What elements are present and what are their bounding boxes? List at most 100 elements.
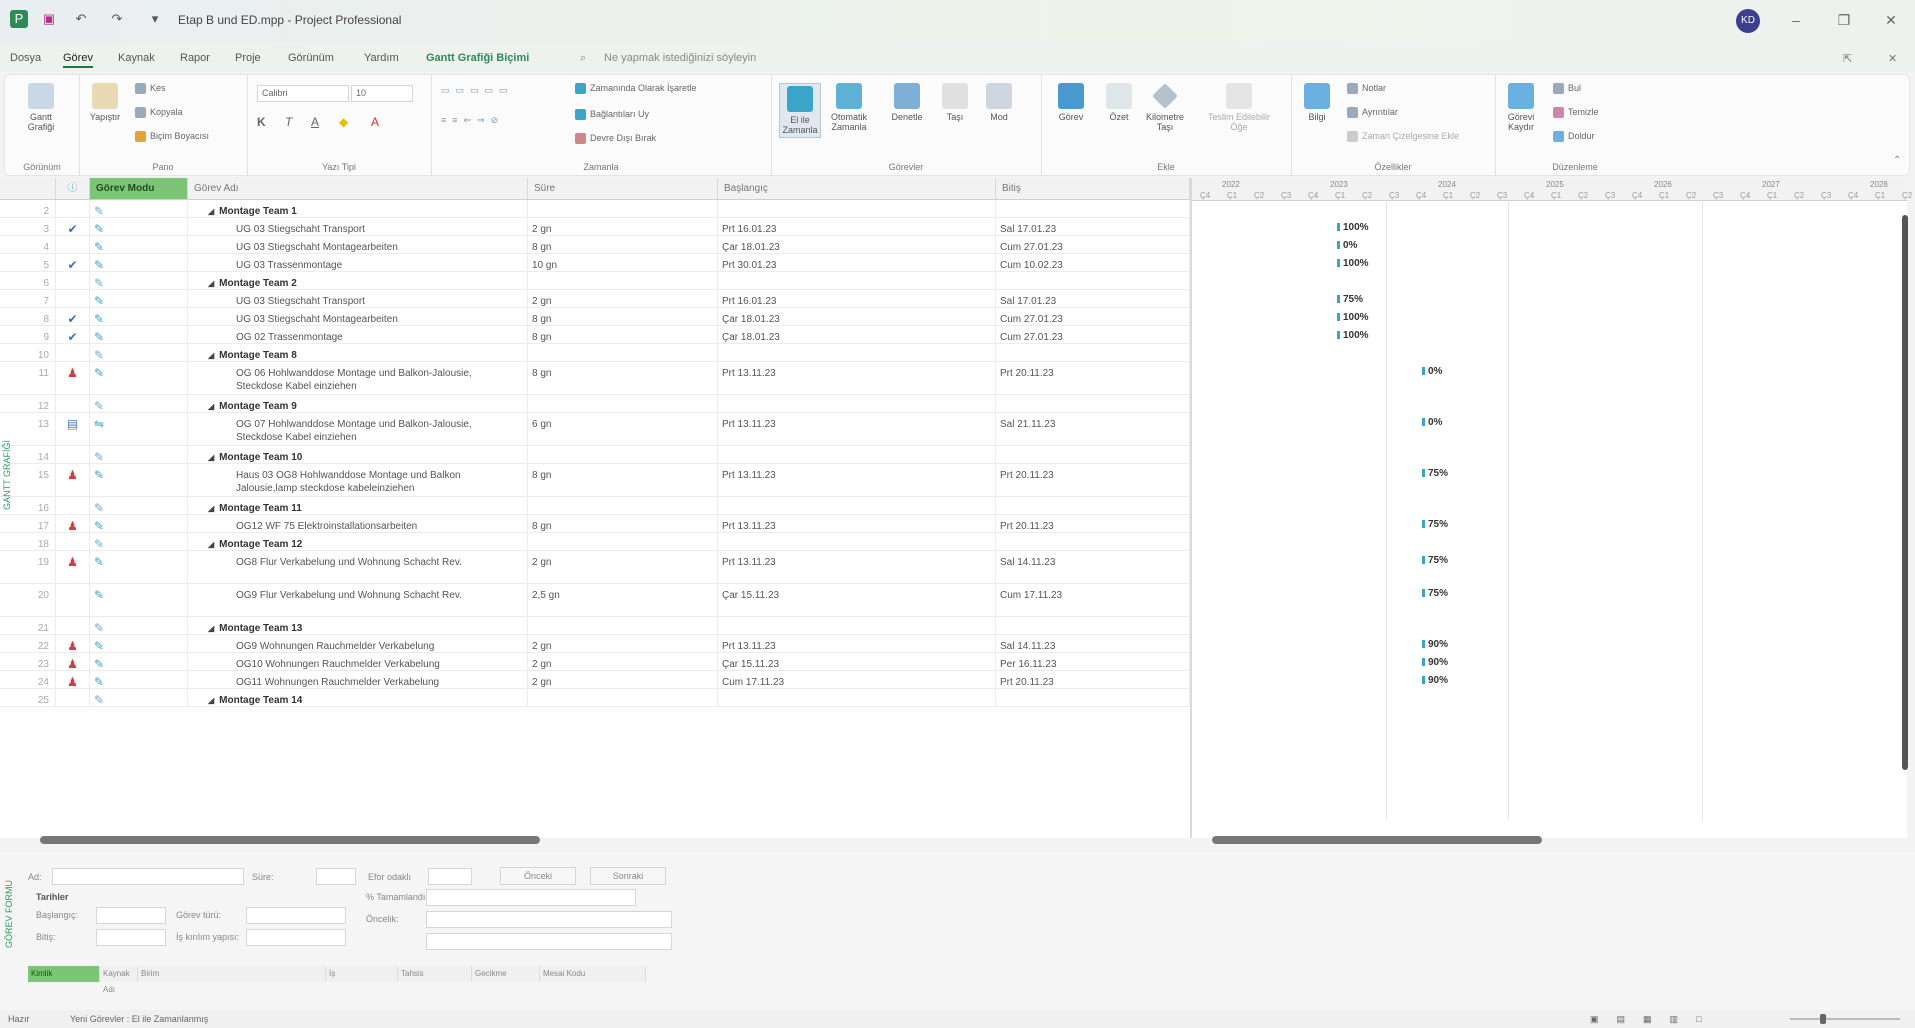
finish-cell[interactable]: Prt 20.11.23 — [996, 362, 1190, 394]
resource-column-header[interactable]: Kaynak Adı — [100, 966, 138, 994]
collapse-triangle-icon[interactable]: ◢ — [208, 696, 214, 705]
percent-complete-icons[interactable]: ▭▭▭▭▭ — [441, 85, 514, 96]
pct-complete-field[interactable] — [426, 889, 636, 906]
finish-cell[interactable]: Sal 17.01.23 — [996, 290, 1190, 307]
table-horizontal-scrollbar[interactable] — [40, 836, 540, 844]
collapse-triangle-icon[interactable]: ◢ — [208, 504, 214, 513]
row-number[interactable]: 24 — [0, 671, 56, 688]
finish-cell[interactable] — [996, 617, 1190, 634]
collapse-triangle-icon[interactable]: ◢ — [208, 279, 214, 288]
gantt-chart-button[interactable]: Gantt Grafiği — [21, 83, 61, 132]
ribbon-close-icon[interactable]: ✕ — [1888, 52, 1897, 65]
resource-column-header[interactable]: Mesai Kodu — [540, 966, 646, 982]
undo-icon[interactable]: ↶ — [72, 10, 90, 28]
duration-cell[interactable] — [528, 344, 718, 361]
collapse-triangle-icon[interactable]: ◢ — [208, 351, 214, 360]
cut-button[interactable]: Kes — [135, 83, 166, 95]
resource-column-header[interactable]: Kimlik — [28, 966, 100, 982]
collapse-triangle-icon[interactable]: ◢ — [208, 540, 214, 549]
start-cell[interactable]: Çar 15.11.23 — [718, 653, 996, 670]
duration-cell[interactable]: 2 gn — [528, 671, 718, 688]
task-mode-cell[interactable]: ✎ — [90, 671, 188, 688]
column-header-name[interactable]: Görev Adı — [188, 178, 528, 200]
notes-button[interactable]: Notlar — [1347, 83, 1386, 95]
clear-button[interactable]: Temizle — [1553, 107, 1599, 119]
tab-view[interactable]: Görünüm — [288, 52, 334, 64]
tab-report[interactable]: Rapor — [180, 52, 210, 64]
task-mode-cell[interactable]: ✎ — [90, 290, 188, 307]
finish-cell[interactable]: Prt 20.11.23 — [996, 671, 1190, 688]
italic-button[interactable]: T — [285, 115, 292, 129]
finish-cell[interactable]: Cum 27.01.23 — [996, 326, 1190, 343]
mode-button[interactable]: Mod — [979, 83, 1019, 122]
table-row[interactable]: 18 ✎ ◢ Montage Team 12 — [0, 533, 1190, 551]
task-name-cell[interactable]: UG 03 Stiegschaht Transport — [188, 290, 528, 307]
row-number[interactable]: 18 — [0, 533, 56, 550]
deliverable-button[interactable]: Teslim Edilebilir Öğe — [1201, 83, 1277, 132]
tab-project[interactable]: Proje — [235, 52, 261, 64]
task-name-cell[interactable]: ◢ Montage Team 12 — [188, 533, 528, 550]
start-cell[interactable] — [718, 533, 996, 550]
finish-cell[interactable]: Per 16.11.23 — [996, 653, 1190, 670]
fill-button[interactable]: Doldur — [1553, 131, 1595, 143]
finish-cell[interactable] — [996, 689, 1190, 706]
task-mode-cell[interactable]: ✎ — [90, 272, 188, 289]
task-mode-cell[interactable]: ✎ — [90, 464, 188, 496]
row-number[interactable]: 19 — [0, 551, 56, 583]
duration-cell[interactable]: 8 gn — [528, 515, 718, 532]
row-number[interactable]: 9 — [0, 326, 56, 343]
user-avatar[interactable]: KD — [1736, 9, 1760, 33]
start-cell[interactable]: Prt 30.01.23 — [718, 254, 996, 271]
finish-cell[interactable] — [996, 272, 1190, 289]
row-number[interactable]: 22 — [0, 635, 56, 652]
task-mode-cell[interactable]: ✎ — [90, 515, 188, 532]
paste-button[interactable]: Yapıştır — [85, 83, 125, 122]
manually-schedule-button[interactable]: El ile Zamanla — [779, 83, 821, 138]
row-number[interactable]: 2 — [0, 200, 56, 217]
start-cell[interactable] — [718, 689, 996, 706]
task-type-field[interactable] — [246, 907, 346, 924]
resource-column-header[interactable]: İş — [326, 966, 398, 982]
start-cell[interactable]: Prt 13.11.23 — [718, 362, 996, 394]
zoom-slider[interactable] — [1790, 1018, 1900, 1020]
start-cell[interactable] — [718, 200, 996, 217]
duration-cell[interactable] — [528, 272, 718, 289]
task-name-cell[interactable]: OG9 Wohnungen Rauchmelder Verkabelung — [188, 635, 528, 652]
vertical-scrollbar[interactable] — [1902, 215, 1908, 770]
mark-on-track-button[interactable]: Zamanında Olarak İşaretle — [575, 83, 697, 95]
row-number[interactable]: 4 — [0, 236, 56, 253]
table-row[interactable]: 19 ♟ ✎ OG8 Flur Verkabelung und Wohnung Sch… — [0, 551, 1190, 584]
start-cell[interactable]: Prt 13.11.23 — [718, 464, 996, 496]
task-mode-cell[interactable]: ✎ — [90, 533, 188, 550]
table-row[interactable]: 23 ♟ ✎ OG10 Wohnungen Rauchmelder Verkabelu… — [0, 653, 1190, 671]
details-button[interactable]: Ayrıntılar — [1347, 107, 1398, 119]
row-number[interactable]: 7 — [0, 290, 56, 307]
task-name-cell[interactable]: ◢ Montage Team 10 — [188, 446, 528, 463]
start-cell[interactable] — [718, 446, 996, 463]
indicators-header-icon[interactable]: ⓘ — [56, 178, 90, 200]
column-header-duration[interactable]: Süre — [528, 178, 718, 200]
task-name-cell[interactable]: OG12 WF 75 Elektroinstallationsarbeiten — [188, 515, 528, 532]
finish-cell[interactable]: Prt 20.11.23 — [996, 464, 1190, 496]
task-name-cell[interactable]: OG 02 Trassenmontage — [188, 326, 528, 343]
row-number[interactable]: 17 — [0, 515, 56, 532]
table-row[interactable]: 21 ✎ ◢ Montage Team 13 — [0, 617, 1190, 635]
task-name-cell[interactable]: OG9 Flur Verkabelung und Wohnung Schacht… — [188, 584, 528, 616]
find-button[interactable]: Bul — [1553, 83, 1581, 95]
row-number[interactable]: 8 — [0, 308, 56, 325]
table-row[interactable]: 5 ✔ ✎ UG 03 Trassenmontage 10 gn Prt 30.01.23… — [0, 254, 1190, 272]
task-name-cell[interactable]: OG10 Wohnungen Rauchmelder Verkabelung — [188, 653, 528, 670]
next-button[interactable]: Sonraki — [590, 867, 666, 885]
duration-cell[interactable] — [528, 497, 718, 514]
task-mode-cell[interactable]: ✎ — [90, 326, 188, 343]
status-new-tasks[interactable]: Yeni Görevler : El ile Zamanlanmış — [70, 1014, 208, 1024]
collapse-triangle-icon[interactable]: ◢ — [208, 624, 214, 633]
resource-column-header[interactable]: Gecikme — [472, 966, 540, 982]
collapse-ribbon-icon[interactable]: ⌃ — [1893, 155, 1901, 166]
table-row[interactable]: 11 ♟ ✎ OG 06 Hohlwanddose Montage und Balko… — [0, 362, 1190, 395]
task-name-cell[interactable]: OG11 Wohnungen Rauchmelder Verkabelung — [188, 671, 528, 688]
task-name-cell[interactable]: Haus 03 OG8 Hohlwanddose Montage und Bal… — [188, 464, 528, 496]
duration-cell[interactable] — [528, 617, 718, 634]
column-header-mode[interactable]: Görev Modu — [90, 178, 188, 200]
task-mode-cell[interactable]: ✎ — [90, 218, 188, 235]
